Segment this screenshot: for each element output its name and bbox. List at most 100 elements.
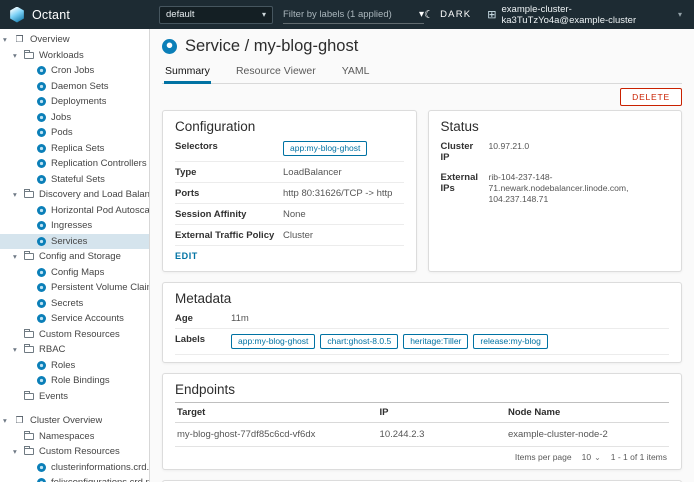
context-switcher[interactable]: ⊞ example-cluster-ka3TuTzYo4a@example-cl… [487, 4, 682, 26]
main-content: Service / my-blog-ghost SummaryResource … [150, 29, 694, 482]
octant-window: Octant default ▾ ▾ ☾ DARK ⊞ example-clus… [0, 0, 694, 482]
resource-icon [37, 159, 46, 168]
action-row: DELETE [162, 84, 682, 110]
resource-icon [37, 376, 46, 385]
resource-icon [37, 175, 46, 184]
sidebar-item-overview[interactable]: ▾❐ Overview [0, 32, 149, 48]
page-size-select[interactable]: 10 ⌄ [582, 452, 601, 462]
summary-label: Labels [175, 334, 231, 350]
status-rows: Cluster IP10.97.21.0External IPsrib-104-… [441, 136, 670, 209]
summary-label: External IPs [441, 172, 489, 205]
folder-icon [24, 433, 34, 440]
sidebar-item-config-maps[interactable]: Config Maps [0, 265, 149, 281]
tab-summary[interactable]: Summary [164, 64, 211, 84]
endpoint-target-link[interactable]: my-blog-ghost-77df85c6cd-vf6dx [175, 423, 378, 447]
sidebar-nav[interactable]: ▾❐Overview▾WorkloadsCron JobsDaemon Sets… [0, 29, 150, 482]
sidebar-item-roles[interactable]: Roles [0, 358, 149, 374]
summary-value: app:my-blog-ghost chart:ghost-8.0.5 herita… [231, 334, 553, 350]
pagination-range: 1 - 1 of 1 items [611, 452, 667, 462]
sidebar-item-rbac[interactable]: ▾RBAC [0, 342, 149, 358]
sidebar-item-services[interactable]: Services [0, 234, 149, 250]
sidebar-item-events[interactable]: Events [0, 389, 149, 405]
sidebar-item-role-bindings[interactable]: Role Bindings [0, 373, 149, 389]
sidebar-item-label: Events [39, 391, 68, 402]
summary-label: Age [175, 313, 231, 324]
folder-icon [24, 191, 34, 198]
column-header-node-name: Node Name [506, 403, 669, 423]
folder-icon [24, 393, 34, 400]
sidebar-item-config-and-storage[interactable]: ▾Config and Storage [0, 249, 149, 265]
pagination: Items per page 10 ⌄ 1 - 1 of 1 items [175, 447, 669, 462]
caret-down-icon[interactable]: ▾ [3, 35, 14, 44]
sidebar-item-ingresses[interactable]: Ingresses [0, 218, 149, 234]
tab-resource-viewer[interactable]: Resource Viewer [235, 64, 317, 84]
sidebar-item-workloads[interactable]: ▾Workloads [0, 48, 149, 64]
sidebar-item-custom-resources[interactable]: ▾Custom Resources [0, 444, 149, 460]
sidebar-item-service-accounts[interactable]: Service Accounts [0, 311, 149, 327]
label-badge[interactable]: app:my-blog-ghost [231, 334, 315, 349]
sidebar-item-cron-jobs[interactable]: Cron Jobs [0, 63, 149, 79]
caret-down-icon[interactable]: ▾ [13, 190, 24, 199]
label-badge[interactable]: heritage:Tiller [403, 334, 468, 349]
sidebar-item-stateful-sets[interactable]: Stateful Sets [0, 172, 149, 188]
delete-button[interactable]: DELETE [620, 88, 682, 106]
caret-down-icon[interactable]: ▾ [13, 252, 24, 261]
overview-icon: ❐ [14, 34, 25, 45]
resource-icon [37, 66, 46, 75]
caret-down-icon[interactable]: ▾ [13, 447, 24, 456]
sidebar-item-discovery-and-load-balancing[interactable]: ▾Discovery and Load Balancing [0, 187, 149, 203]
label-badge[interactable]: chart:ghost-8.0.5 [320, 334, 398, 349]
sidebar-item-jobs[interactable]: Jobs [0, 110, 149, 126]
summary-value: None [283, 209, 306, 220]
sidebar-item-replica-sets[interactable]: Replica Sets [0, 141, 149, 157]
resource-icon [37, 268, 46, 277]
resource-icon [37, 314, 46, 323]
sidebar-item-clusterinformations-crd-projec[interactable]: clusterinformations.crd.projec [0, 460, 149, 476]
label-badge[interactable]: app:my-blog-ghost [283, 141, 367, 156]
sidebar-item-daemon-sets[interactable]: Daemon Sets [0, 79, 149, 95]
sidebar-item-deployments[interactable]: Deployments [0, 94, 149, 110]
filter-input[interactable] [283, 9, 415, 20]
sidebar-item-label: Pods [51, 127, 73, 138]
tab-yaml[interactable]: YAML [341, 64, 371, 84]
label-badge[interactable]: release:my-blog [473, 334, 547, 349]
sidebar-item-namespaces[interactable]: Namespaces [0, 429, 149, 445]
resource-icon [37, 283, 46, 292]
sidebar-item-label: clusterinformations.crd.projec [51, 462, 149, 473]
namespace-dropdown[interactable]: default ▾ [159, 6, 273, 24]
summary-row-age: Age11m [175, 308, 669, 329]
sidebar-item-replication-controllers[interactable]: Replication Controllers [0, 156, 149, 172]
resource-icon [37, 221, 46, 230]
summary-label: External Traffic Policy [175, 230, 283, 241]
caret-down-icon[interactable]: ▾ [13, 51, 24, 60]
sidebar-item-cluster-overview[interactable]: ▾❐Cluster Overview [0, 413, 149, 429]
context-name: example-cluster-ka3TuTzYo4a@example-clus… [502, 4, 673, 26]
sidebar-item-label: Overview [30, 34, 70, 45]
octant-logo-icon [9, 7, 25, 23]
summary-value: Cluster [283, 230, 313, 241]
sidebar-item-label: Ingresses [51, 220, 92, 231]
summary-label: Ports [175, 188, 283, 199]
chevron-down-icon: ⌄ [594, 453, 601, 462]
summary-value: 11m [231, 313, 249, 324]
summary-value: rib-104-237-148-71.newark.nodebalancer.l… [489, 172, 670, 205]
table-row: my-blog-ghost-77df85c6cd-vf6dx10.244.2.3… [175, 423, 669, 447]
page-size-value: 10 [582, 452, 591, 462]
sidebar-item-label: Role Bindings [51, 375, 110, 386]
sidebar-item-label: Secrets [51, 298, 83, 309]
sidebar-item-secrets[interactable]: Secrets [0, 296, 149, 312]
sidebar-item-label: Services [51, 236, 87, 247]
sidebar-item-horizontal-pod-autoscalers[interactable]: Horizontal Pod Autoscalers [0, 203, 149, 219]
sidebar-item-felixconfigurations-crd-projec[interactable]: felixconfigurations.crd.projec [0, 475, 149, 482]
card-title-status: Status [441, 119, 670, 135]
caret-down-icon[interactable]: ▾ [3, 416, 14, 425]
sidebar-item-pods[interactable]: Pods [0, 125, 149, 141]
sidebar-item-custom-resources[interactable]: Custom Resources [0, 327, 149, 343]
resource-icon [37, 82, 46, 91]
theme-toggle[interactable]: ☾ DARK [424, 8, 471, 21]
edit-link[interactable]: EDIT [175, 251, 198, 261]
caret-down-icon[interactable]: ▾ [13, 345, 24, 354]
resource-icon [37, 463, 46, 472]
folder-icon [24, 253, 34, 260]
sidebar-item-persistent-volume-claims[interactable]: Persistent Volume Claims [0, 280, 149, 296]
